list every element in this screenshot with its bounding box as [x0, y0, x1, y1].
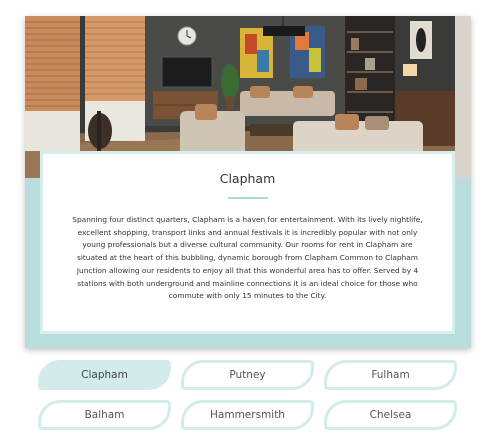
location-title: Clapham	[219, 171, 276, 186]
tab-chelsea[interactable]: Chelsea	[324, 400, 457, 430]
title-divider	[227, 197, 268, 199]
tab-hammersmith[interactable]: Hammersmith	[181, 400, 314, 430]
location-info-panel: Clapham Spanning four distinct quarters,…	[40, 151, 455, 334]
tab-clapham[interactable]: Clapham	[38, 360, 171, 390]
tab-putney[interactable]: Putney	[181, 360, 314, 390]
tab-fulham[interactable]: Fulham	[324, 360, 457, 390]
location-tabs: Clapham Putney Fulham Balham Hammersmith…	[38, 360, 458, 436]
location-description: Spanning four distinct quarters, Clapham…	[72, 215, 423, 301]
tab-balham[interactable]: Balham	[38, 400, 171, 430]
location-card: Clapham Spanning four distinct quarters,…	[25, 16, 471, 348]
